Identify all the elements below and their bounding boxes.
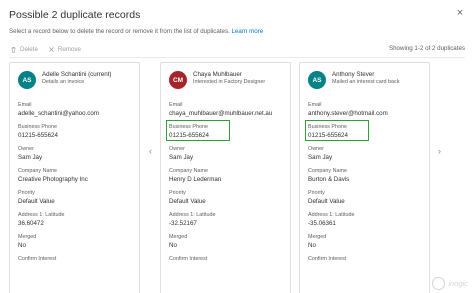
- field-value: Sam Jay: [169, 154, 194, 161]
- field-value: -32.52167: [169, 220, 197, 227]
- record-card-1[interactable]: AS Adelle Schantini (current) Details an…: [9, 62, 140, 293]
- field-value: No: [18, 242, 26, 249]
- record-name: Adelle Schantini (current): [42, 71, 112, 78]
- record-subtitle: Details an invoice: [42, 79, 85, 85]
- field-label: Address 1: Latitude: [18, 212, 65, 218]
- field-label: Email: [308, 102, 322, 108]
- avatar: AS: [18, 71, 36, 89]
- card-header: AS Anthony Stever Mailed an interest car…: [308, 71, 399, 89]
- field-value: No: [308, 242, 316, 249]
- field-label: Confirm Interest: [169, 256, 208, 262]
- field-merged: Merged No: [18, 233, 99, 255]
- field-merged: Merged No: [169, 233, 272, 255]
- field-list: Email adelle_schantini@yahoo.com Business…: [18, 101, 99, 277]
- field-label: Merged: [18, 234, 37, 240]
- field-merged: Merged No: [308, 233, 388, 255]
- field-value: Burton & Davis: [308, 176, 350, 183]
- field-value: 01215-655624: [18, 132, 58, 139]
- field-label: Business Phone: [18, 124, 57, 130]
- field-latitude: Address 1: Latitude -35.06361: [308, 211, 388, 233]
- toolbar: Delete Remove: [10, 46, 81, 53]
- delete-button[interactable]: Delete: [10, 46, 38, 53]
- close-x-icon: [49, 47, 54, 52]
- field-value: Default Value: [18, 198, 55, 205]
- field-latitude: Address 1: Latitude 36.60472: [18, 211, 99, 233]
- field-value: Creative Photography Inc: [18, 176, 88, 183]
- field-label: Email: [169, 102, 183, 108]
- divider: [9, 57, 465, 58]
- field-company-name: Company Name Burton & Davis: [308, 167, 388, 189]
- field-label: Merged: [169, 234, 188, 240]
- field-label: Company Name: [18, 168, 57, 174]
- record-card-3[interactable]: AS Anthony Stever Mailed an interest car…: [299, 62, 430, 293]
- card-header: AS Adelle Schantini (current) Details an…: [18, 71, 111, 89]
- field-company-name: Company Name Creative Photography Inc: [18, 167, 99, 189]
- card-header: CM Chaya Muhlbauer Interested in Factory…: [169, 71, 265, 89]
- watermark-logo-icon: [432, 277, 446, 290]
- field-confirm-interest: Confirm Interest: [308, 255, 388, 277]
- field-label: Merged: [308, 234, 327, 240]
- field-label: Priority: [169, 190, 186, 196]
- field-confirm-interest: Confirm Interest: [18, 255, 99, 277]
- chevron-left-icon[interactable]: ‹: [149, 146, 152, 156]
- watermark: inogic: [432, 277, 468, 290]
- close-icon[interactable]: ×: [454, 7, 466, 19]
- field-business-phone: Business Phone 01215-655624: [18, 123, 99, 145]
- field-priority: Priority Default Value: [18, 189, 99, 211]
- phone-highlight-box: [305, 120, 369, 141]
- field-value: Sam Jay: [18, 154, 43, 161]
- field-priority: Priority Default Value: [169, 189, 272, 211]
- field-owner: Owner Sam Jay: [308, 145, 388, 167]
- field-value: Sam Jay: [308, 154, 333, 161]
- field-value: Default Value: [169, 198, 206, 205]
- field-value: -35.06361: [308, 220, 336, 227]
- avatar: CM: [169, 71, 187, 89]
- field-label: Owner: [18, 146, 34, 152]
- avatar: AS: [308, 71, 326, 89]
- field-value: anthony.stever@hotmail.com: [308, 110, 388, 117]
- field-confirm-interest: Confirm Interest: [169, 255, 272, 277]
- field-value: No: [169, 242, 177, 249]
- delete-label: Delete: [20, 46, 38, 53]
- field-latitude: Address 1: Latitude -32.52167: [169, 211, 272, 233]
- field-owner: Owner Sam Jay: [18, 145, 99, 167]
- remove-button[interactable]: Remove: [48, 46, 81, 53]
- field-value: Henry D Lederman: [169, 176, 222, 183]
- field-label: Owner: [308, 146, 324, 152]
- field-company-name: Company Name Henry D Lederman: [169, 167, 272, 189]
- showing-count: Showing 1-2 of 2 duplicates: [388, 45, 465, 52]
- field-value: chaya_muhlbauer@muhlbauer.net.au: [169, 110, 273, 117]
- dialog-subtitle: Select a record below to delete the reco…: [9, 28, 263, 35]
- trash-icon: [11, 47, 16, 53]
- field-label: Priority: [18, 190, 35, 196]
- field-label: Confirm Interest: [18, 256, 57, 262]
- watermark-text: inogic: [448, 279, 468, 288]
- field-label: Email: [18, 102, 32, 108]
- dialog-title: Possible 2 duplicate records: [9, 9, 141, 21]
- record-subtitle: Mailed an interest card back: [332, 79, 400, 85]
- field-label: Priority: [308, 190, 325, 196]
- field-label: Company Name: [308, 168, 347, 174]
- record-card-2[interactable]: CM Chaya Muhlbauer Interested in Factory…: [160, 62, 291, 293]
- record-name: Anthony Stever: [332, 71, 375, 78]
- field-label: Address 1: Latitude: [308, 212, 355, 218]
- field-label: Address 1: Latitude: [169, 212, 216, 218]
- remove-label: Remove: [57, 46, 81, 53]
- record-subtitle: Interested in Factory Designer: [193, 79, 266, 85]
- field-label: Confirm Interest: [308, 256, 347, 262]
- phone-highlight-box: [166, 120, 230, 141]
- field-value: 36.60472: [18, 220, 44, 227]
- field-value: adelle_schantini@yahoo.com: [18, 110, 99, 117]
- dialog-subtitle-text: Select a record below to delete the reco…: [9, 28, 230, 35]
- field-email: Email adelle_schantini@yahoo.com: [18, 101, 99, 123]
- chevron-right-icon[interactable]: ›: [438, 146, 441, 156]
- field-priority: Priority Default Value: [308, 189, 388, 211]
- learn-more-link[interactable]: Learn more: [232, 28, 264, 35]
- field-value: Default Value: [308, 198, 345, 205]
- field-owner: Owner Sam Jay: [169, 145, 272, 167]
- field-label: Owner: [169, 146, 185, 152]
- field-label: Company Name: [169, 168, 208, 174]
- record-name: Chaya Muhlbauer: [193, 71, 242, 78]
